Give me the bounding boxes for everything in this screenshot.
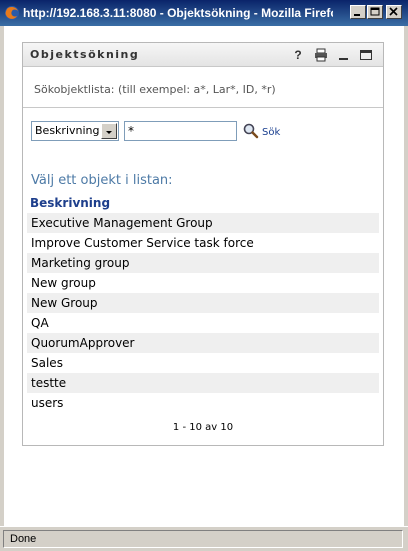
object-search-portlet: Objektsökning ? Sökobjektlista: (till ex… <box>22 42 384 446</box>
results-title: Välj ett objekt i listan: <box>31 173 173 188</box>
maximize-icon[interactable] <box>359 48 373 62</box>
list-item[interactable]: New Group <box>27 293 379 313</box>
column-header-description[interactable]: Beskrivning <box>30 195 110 211</box>
minimize-icon <box>354 14 360 16</box>
list-item[interactable]: Marketing group <box>27 253 379 273</box>
browser-content: Objektsökning ? Sökobjektlista: (till ex… <box>4 26 404 526</box>
list-item[interactable]: Sales <box>27 353 379 373</box>
list-item[interactable]: New group <box>27 273 379 293</box>
maximize-icon <box>370 7 380 16</box>
window-close-button[interactable] <box>386 5 402 19</box>
list-item[interactable]: QA <box>27 313 379 333</box>
portlet-title: Objektsökning <box>30 48 140 61</box>
results-list: Executive Management Group Improve Custo… <box>27 213 379 413</box>
search-field-select[interactable]: Beskrivning <box>31 121 119 141</box>
pagination-info: 1 - 10 av 10 <box>172 422 234 433</box>
chevron-down-icon[interactable] <box>101 123 117 139</box>
window-title: http://192.168.3.11:8080 - Objektsökning… <box>23 6 333 20</box>
search-button-label: Sök <box>262 127 281 138</box>
window-minimize-button[interactable] <box>350 5 366 19</box>
window-border-right <box>404 26 408 526</box>
search-field-value: Beskrivning <box>35 124 100 137</box>
divider <box>23 107 383 108</box>
list-item[interactable]: testte <box>27 373 379 393</box>
help-icon[interactable]: ? <box>291 48 305 62</box>
firefox-icon <box>4 5 20 21</box>
minimize-icon[interactable] <box>337 48 351 62</box>
close-icon <box>389 7 398 16</box>
status-panel: Done <box>3 530 403 548</box>
window-maximize-button[interactable] <box>367 5 383 19</box>
list-item[interactable]: Improve Customer Service task force <box>27 233 379 253</box>
list-item[interactable]: QuorumApprover <box>27 333 379 353</box>
portlet-header: Objektsökning ? <box>23 43 383 67</box>
search-icon <box>243 123 259 139</box>
print-icon[interactable] <box>314 48 328 62</box>
window-titlebar[interactable]: http://192.168.3.11:8080 - Objektsökning… <box>0 0 408 26</box>
list-item[interactable]: users <box>27 393 379 413</box>
status-bar: Done <box>0 526 408 551</box>
list-item[interactable]: Executive Management Group <box>27 213 379 233</box>
search-input[interactable] <box>124 121 237 141</box>
status-text: Done <box>10 533 37 545</box>
search-hint: Sökobjektlista: (till exempel: a*, Lar*,… <box>34 83 276 96</box>
search-button[interactable]: Sök <box>243 123 283 141</box>
